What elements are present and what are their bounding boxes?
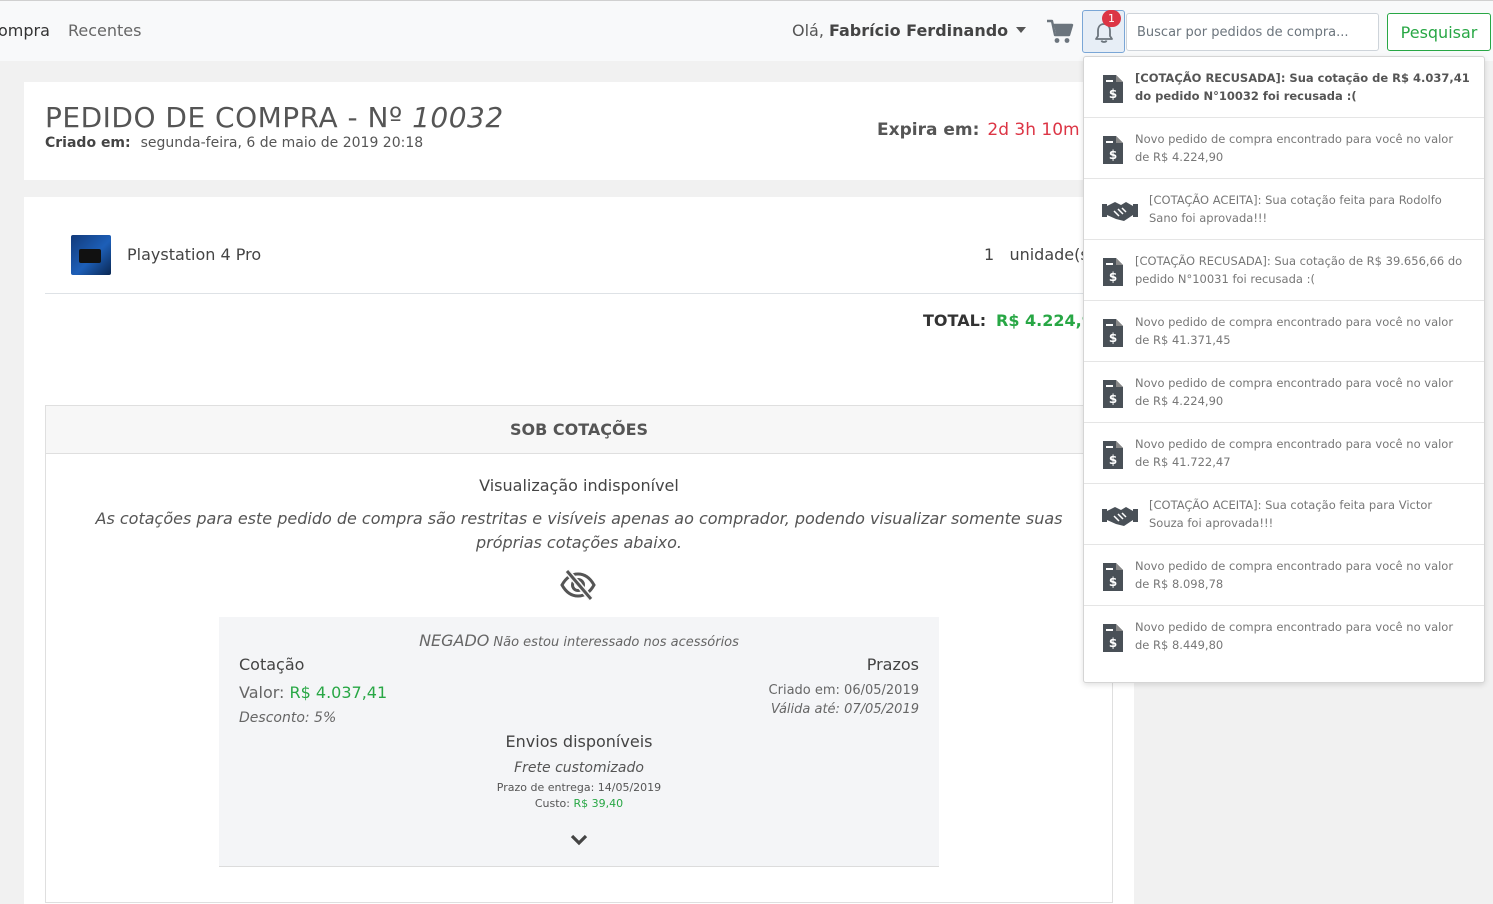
notifications-dropdown: $ [COTAÇÃO RECUSADA]: Sua cotação de R$ 4… xyxy=(1083,56,1485,683)
page-title: PEDIDO DE COMPRA - Nº 10032 xyxy=(45,101,504,134)
product-image xyxy=(71,235,111,275)
notification-item[interactable]: $ Novo pedido de compra encontrado para v… xyxy=(1084,301,1484,362)
order-title-prefix: PEDIDO DE COMPRA - Nº xyxy=(45,101,413,134)
notification-item[interactable]: $ Novo pedido de compra encontrado para v… xyxy=(1084,423,1484,484)
quotes-header: SOB COTAÇÕES xyxy=(46,406,1112,454)
chevron-down-icon[interactable] xyxy=(570,834,588,846)
created-value: segunda-feira, 6 de maio de 2019 20:18 xyxy=(140,135,424,151)
product-quantity: 1 unidade(s xyxy=(984,245,1089,264)
shipping-method: Frete customizado xyxy=(514,760,644,776)
notification-text: Novo pedido de compra encontrado para vo… xyxy=(1135,376,1454,408)
order-body-card: Playstation 4 Pro 1 unidade(s TOTAL: R$ … xyxy=(24,197,1134,904)
invoice-icon: $ xyxy=(1102,318,1124,352)
shopping-cart-icon[interactable] xyxy=(1046,19,1074,45)
order-expiration: Expira em: 2d 3h 10m 5 xyxy=(877,120,1096,140)
notification-text: [COTAÇÃO ACEITA]: Sua cotação feita para… xyxy=(1149,193,1442,225)
notification-text: [COTAÇÃO RECUSADA]: Sua cotação de R$ 4.… xyxy=(1135,71,1470,103)
svg-text:$: $ xyxy=(1109,331,1117,345)
notification-item[interactable]: [COTAÇÃO ACEITA]: Sua cotação feita para… xyxy=(1084,179,1484,240)
quote-card: NEGADO Não estou interessado nos acessóri… xyxy=(219,617,939,867)
notification-text: [COTAÇÃO RECUSADA]: Sua cotação de R$ 39… xyxy=(1135,254,1463,286)
shipping-cost: Custo: R$ 39,40 xyxy=(219,797,939,810)
svg-text:$: $ xyxy=(1109,270,1117,284)
shipping-deadline: Prazo de entrega: 14/05/2019 xyxy=(496,781,662,794)
order-header-card: PEDIDO DE COMPRA - Nº 10032 Criado em: se… xyxy=(24,82,1134,180)
quantity-value: 1 xyxy=(984,245,995,264)
prazos-label: Prazos xyxy=(866,655,919,674)
unavailable-text: As cotações para este pedido de compra s… xyxy=(95,509,1063,552)
quantity-unit: unidade(s xyxy=(1009,245,1089,264)
svg-text:$: $ xyxy=(1109,636,1117,650)
quote-status: NEGADO Não estou interessado nos acessóri… xyxy=(219,631,939,650)
notification-item[interactable]: $ Novo pedido de compra encontrado para v… xyxy=(1084,118,1484,179)
nav-link-recentes[interactable]: Recentes xyxy=(68,21,141,40)
handshake-icon xyxy=(1102,504,1138,532)
user-menu[interactable]: Olá, Fabrício Ferdinando xyxy=(792,21,1027,40)
notification-count-badge: 1 xyxy=(1102,10,1121,27)
quote-valid-until: Válida até: 07/05/2019 xyxy=(770,702,919,717)
svg-text:$: $ xyxy=(1109,148,1117,162)
quotes-section: SOB COTAÇÕES Visualização indisponível A… xyxy=(45,405,1113,903)
custo-label: Custo: xyxy=(534,797,574,810)
quote-discount: Desconto: 5% xyxy=(239,710,337,726)
svg-text:$: $ xyxy=(1109,87,1117,101)
unavailable-title: Visualização indisponível xyxy=(479,476,679,495)
invoice-icon: $ xyxy=(1102,379,1124,413)
shipping-title: Envios disponíveis xyxy=(505,732,653,751)
status-reason: Não estou interessado nos acessórios xyxy=(493,635,739,650)
product-name: Playstation 4 Pro xyxy=(127,245,262,264)
valor-label: Valor: xyxy=(239,683,290,702)
custo-value: R$ 39,40 xyxy=(573,797,624,810)
nav-link-compra[interactable]: ompra xyxy=(0,21,50,40)
quote-created: Criado em: 06/05/2019 xyxy=(768,683,919,698)
notification-text: Novo pedido de compra encontrado para vo… xyxy=(1135,559,1454,591)
quote-value: Valor: R$ 4.037,41 xyxy=(239,683,387,702)
expira-label: Expira em: xyxy=(877,120,980,140)
notification-item[interactable]: $ Novo pedido de compra encontrado para v… xyxy=(1084,545,1484,606)
notification-item[interactable]: $ [COTAÇÃO RECUSADA]: Sua cotação de R$ 3… xyxy=(1084,240,1484,301)
caret-down-icon xyxy=(1016,27,1027,33)
user-name: Fabrício Ferdinando xyxy=(829,21,1009,40)
eye-slash-icon xyxy=(560,569,596,601)
notification-text: Novo pedido de compra encontrado para vo… xyxy=(1135,315,1454,347)
expira-countdown: 2d 3h 10m 5 xyxy=(987,120,1096,140)
status-badge: NEGADO xyxy=(419,631,490,650)
notification-text: Novo pedido de compra encontrado para vo… xyxy=(1135,620,1454,652)
greeting-prefix: Olá, xyxy=(792,21,830,40)
notification-text: Novo pedido de compra encontrado para vo… xyxy=(1135,437,1454,469)
notification-text: [COTAÇÃO ACEITA]: Sua cotação feita para… xyxy=(1149,498,1433,530)
invoice-icon: $ xyxy=(1102,623,1124,657)
invoice-icon: $ xyxy=(1102,257,1124,291)
order-number: 10032 xyxy=(412,101,504,134)
valor-amount: R$ 4.037,41 xyxy=(289,683,388,702)
svg-text:$: $ xyxy=(1109,392,1117,406)
svg-text:$: $ xyxy=(1109,453,1117,467)
invoice-icon: $ xyxy=(1102,74,1124,108)
svg-text:$: $ xyxy=(1109,575,1117,589)
invoice-icon: $ xyxy=(1102,135,1124,169)
search-button[interactable]: Pesquisar xyxy=(1387,13,1491,51)
notification-item[interactable]: $ Novo pedido de compra encontrado para v… xyxy=(1084,606,1484,667)
total-label: TOTAL: xyxy=(923,311,987,330)
notification-item[interactable]: $ Novo pedido de compra encontrado para v… xyxy=(1084,362,1484,423)
notification-text: Novo pedido de compra encontrado para vo… xyxy=(1135,132,1454,164)
invoice-icon: $ xyxy=(1102,562,1124,596)
order-created: Criado em: segunda-feira, 6 de maio de 20… xyxy=(45,135,423,151)
divider xyxy=(45,293,1134,294)
notification-item[interactable]: $ [COTAÇÃO RECUSADA]: Sua cotação de R$ 4… xyxy=(1084,57,1484,118)
created-label: Criado em: xyxy=(45,135,131,151)
handshake-icon xyxy=(1102,199,1138,227)
invoice-icon: $ xyxy=(1102,440,1124,474)
top-navbar: ompra Recentes Olá, Fabrício Ferdinando … xyxy=(0,0,1493,61)
cotacao-label: Cotação xyxy=(239,655,305,674)
search-input[interactable] xyxy=(1126,13,1379,51)
notification-item[interactable]: [COTAÇÃO ACEITA]: Sua cotação feita para… xyxy=(1084,484,1484,545)
